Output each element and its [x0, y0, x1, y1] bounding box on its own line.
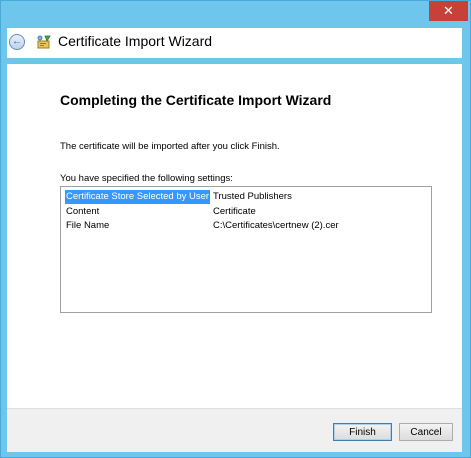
cancel-button[interactable]: Cancel — [399, 423, 453, 441]
setting-key: File Name — [66, 220, 110, 231]
setting-value: C:\Certificates\certnew (2).cer — [213, 220, 339, 231]
settings-list[interactable]: Certificate Store Selected by User Trust… — [60, 186, 432, 313]
close-button[interactable]: ✕ — [429, 1, 468, 21]
back-arrow-icon: ← — [12, 36, 22, 47]
settings-row[interactable]: Content Certificate — [61, 205, 431, 219]
description-text: The certificate will be imported after y… — [60, 141, 280, 152]
setting-value: Trusted Publishers — [213, 191, 292, 202]
setting-key: Content — [66, 206, 100, 217]
back-button[interactable]: ← — [9, 34, 25, 50]
setting-value: Certificate — [213, 206, 256, 217]
settings-row[interactable]: File Name C:\Certificates\certnew (2).ce… — [61, 219, 431, 233]
settings-row[interactable]: Certificate Store Selected by User Trust… — [61, 190, 431, 204]
finish-button[interactable]: Finish — [333, 423, 392, 441]
page-heading: Completing the Certificate Import Wizard — [60, 92, 332, 108]
wizard-title: Certificate Import Wizard — [58, 33, 213, 49]
close-icon: ✕ — [443, 3, 454, 18]
setting-key: Certificate Store Selected by User — [65, 190, 211, 204]
certificate-wizard-icon — [37, 35, 51, 49]
settings-label: You have specified the following setting… — [60, 173, 233, 184]
button-bar — [7, 408, 462, 452]
